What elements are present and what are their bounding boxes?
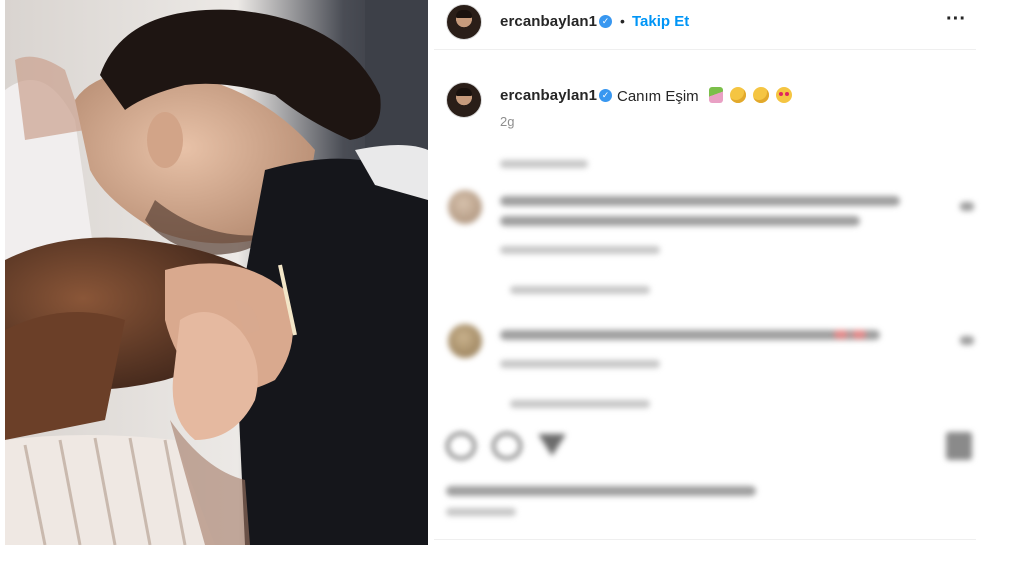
share-icon[interactable] <box>538 434 566 456</box>
likes-count[interactable] <box>446 486 756 496</box>
post-details-panel: ercanbaylan1 ✓ • Takip Et ··· ercanbayla… <box>434 0 976 540</box>
comment-icon[interactable] <box>492 432 522 460</box>
action-bar <box>434 0 976 540</box>
post-photo[interactable] <box>5 0 428 545</box>
bookmark-icon[interactable] <box>946 432 972 460</box>
heart-icon[interactable] <box>446 432 476 460</box>
couple-photo <box>5 0 428 545</box>
post-date <box>446 508 516 516</box>
